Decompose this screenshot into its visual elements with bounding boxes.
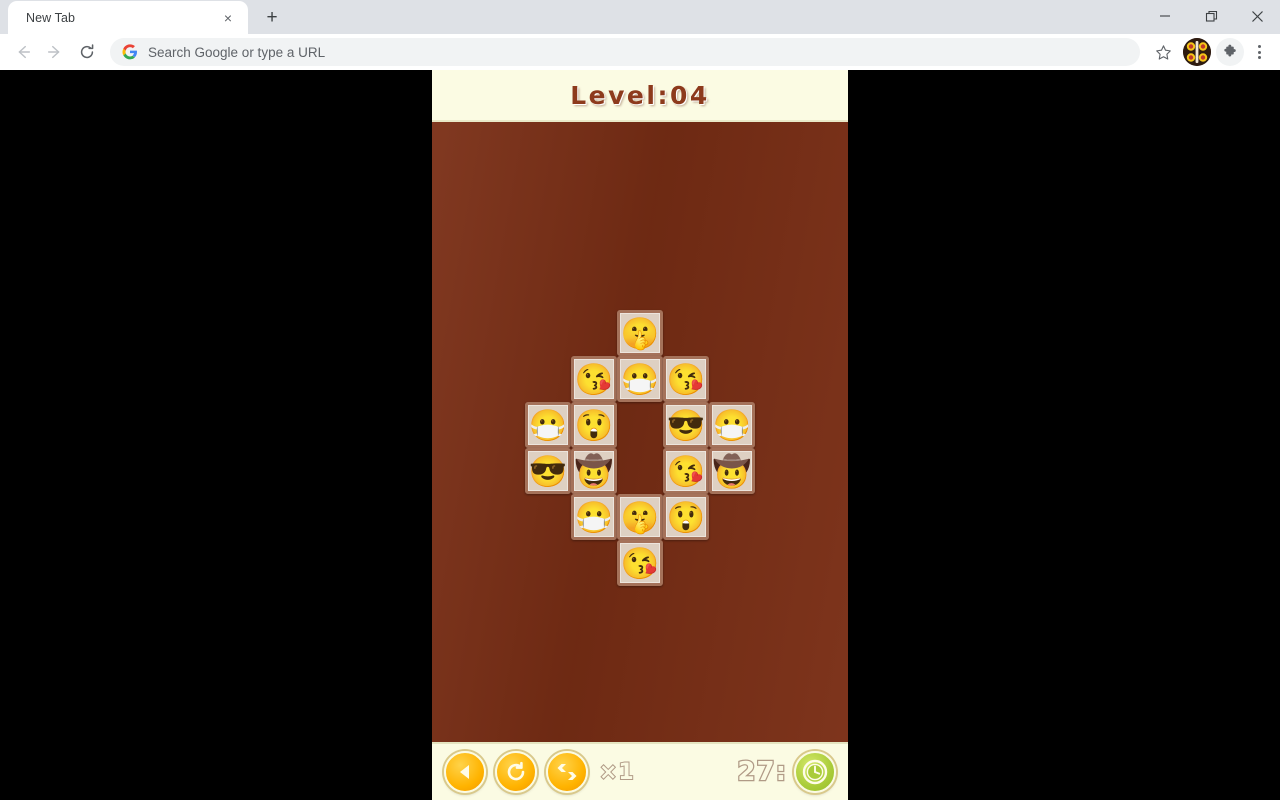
shuffle-swap-icon xyxy=(557,764,577,780)
emoji-tile-kissing-heart-face[interactable]: 😘 xyxy=(663,356,709,402)
tab-title: New Tab xyxy=(26,10,76,25)
emoji-tile-sunglasses-face[interactable]: 😎 xyxy=(663,402,709,448)
back-icon[interactable] xyxy=(8,37,38,67)
new-tab-button[interactable]: + xyxy=(258,3,286,31)
window-close-icon[interactable] xyxy=(1234,0,1280,32)
window-controls xyxy=(1142,0,1280,32)
game-frame: Level:04 🤫😘😷😘😷😲😎😷😎🤠😘🤠😷🤫😲😘 xyxy=(432,70,848,800)
emoji-tile-medical-mask-face[interactable]: 😷 xyxy=(571,494,617,540)
menu-dot xyxy=(1257,56,1261,59)
level-label: Level:04 xyxy=(570,80,710,110)
emoji-tile-kissing-heart-face[interactable]: 😘 xyxy=(663,448,709,494)
maximize-icon[interactable] xyxy=(1188,0,1234,32)
emoji-tile-medical-mask-face[interactable]: 😷 xyxy=(617,356,663,402)
timer-label: 27: xyxy=(736,756,787,789)
emoji-tile-medical-mask-face[interactable]: 😷 xyxy=(709,402,755,448)
menu-dot xyxy=(1257,50,1261,54)
omnibox[interactable]: Search Google or type a URL xyxy=(110,38,1140,66)
avatar-image xyxy=(1183,38,1211,66)
kissing-heart-face-icon: 😘 xyxy=(574,361,614,397)
timer-button[interactable] xyxy=(794,751,836,793)
astonished-face-icon: 😲 xyxy=(574,407,614,443)
bookmark-star-icon[interactable] xyxy=(1148,37,1178,67)
medical-mask-face-icon: 😷 xyxy=(528,407,568,443)
page-viewport: Level:04 🤫😘😷😘😷😲😎😷😎🤠😘🤠😷🤫😲😘 xyxy=(0,70,1280,800)
menu-dot xyxy=(1257,45,1261,48)
kissing-heart-face-icon: 😘 xyxy=(666,361,706,397)
shuffle-count-label: ×1 xyxy=(598,759,635,786)
kissing-heart-face-icon: 😘 xyxy=(666,453,706,489)
medical-mask-face-icon: 😷 xyxy=(620,361,660,397)
medical-mask-face-icon: 😷 xyxy=(712,407,752,443)
emoji-tile-cowboy-hat-face[interactable]: 🤠 xyxy=(709,448,755,494)
forward-icon[interactable] xyxy=(40,37,70,67)
shuffle-button[interactable] xyxy=(546,751,588,793)
emoji-tile-shushing-face[interactable]: 🤫 xyxy=(617,310,663,356)
clock-icon xyxy=(802,759,828,785)
emoji-tile-medical-mask-face[interactable]: 😷 xyxy=(525,402,571,448)
cowboy-hat-face-icon: 🤠 xyxy=(574,453,614,489)
browser-chrome: New Tab × + Search Google or type a URL xyxy=(0,0,1280,70)
google-icon xyxy=(122,44,137,60)
emoji-tile-kissing-heart-face[interactable]: 😘 xyxy=(617,540,663,586)
undo-icon xyxy=(507,761,525,781)
shushing-face-icon: 🤫 xyxy=(620,499,660,535)
kissing-heart-face-icon: 😘 xyxy=(620,545,660,581)
shushing-face-icon: 🤫 xyxy=(620,315,660,351)
back-triangle-icon xyxy=(460,765,469,779)
emoji-tile-sunglasses-face[interactable]: 😎 xyxy=(525,448,571,494)
game-bottom-bar: ×1 27: xyxy=(432,742,848,800)
emoji-tile-astonished-face[interactable]: 😲 xyxy=(663,494,709,540)
omnibox-text: Search Google or type a URL xyxy=(148,44,326,60)
emoji-tile-grid: 🤫 😘 😷 😘 😷 😲 😎 😷 😎 🤠 😘 🤠 😷 🤫 😲 😘 xyxy=(432,70,848,690)
astonished-face-icon: 😲 xyxy=(666,499,706,535)
extensions-puzzle-icon[interactable] xyxy=(1216,38,1244,66)
emoji-tile-astonished-face[interactable]: 😲 xyxy=(571,402,617,448)
reload-icon[interactable] xyxy=(72,37,102,67)
browser-menu-icon[interactable] xyxy=(1246,37,1272,67)
sunglasses-face-icon: 😎 xyxy=(528,453,568,489)
tab-strip: New Tab × + xyxy=(0,0,1280,34)
close-icon[interactable]: × xyxy=(218,8,238,28)
medical-mask-face-icon: 😷 xyxy=(574,499,614,535)
level-header: Level:04 xyxy=(432,70,848,122)
sunglasses-face-icon: 😎 xyxy=(666,407,706,443)
emoji-tile-kissing-heart-face[interactable]: 😘 xyxy=(571,356,617,402)
minimize-icon[interactable] xyxy=(1142,0,1188,32)
browser-tab-new-tab[interactable]: New Tab × xyxy=(8,1,248,34)
profile-avatar[interactable] xyxy=(1183,38,1211,66)
back-button[interactable] xyxy=(444,751,486,793)
emoji-tile-cowboy-hat-face[interactable]: 🤠 xyxy=(571,448,617,494)
undo-button[interactable] xyxy=(495,751,537,793)
emoji-tile-shushing-face[interactable]: 🤫 xyxy=(617,494,663,540)
browser-toolbar: Search Google or type a URL xyxy=(0,34,1280,70)
cowboy-hat-face-icon: 🤠 xyxy=(712,453,752,489)
